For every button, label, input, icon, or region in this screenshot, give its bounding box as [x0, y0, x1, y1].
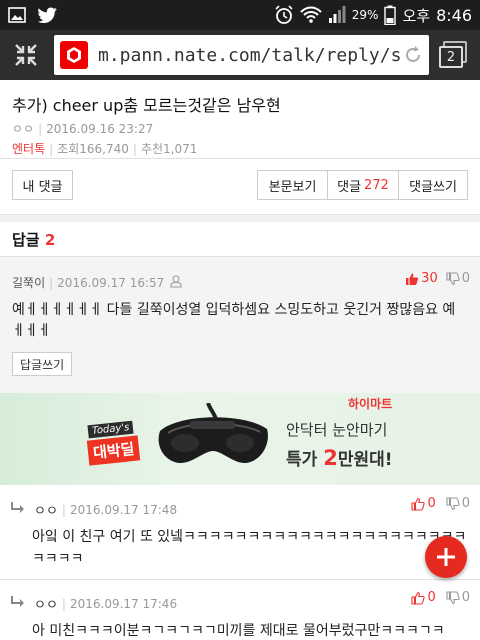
comment-date: 2016.09.17 16:57	[57, 275, 165, 290]
site-favicon	[60, 41, 88, 69]
comments-count: 272	[364, 177, 389, 193]
clock: 8:46	[436, 5, 472, 25]
ad-badge: Today's 대박딜	[86, 417, 141, 466]
url-bar[interactable]: m.pann.nate.com/talk/reply/subR	[54, 35, 429, 75]
article-author: ㅇㅇ	[12, 122, 35, 136]
parent-comment: 길쭉이 | 2016.09.17 16:57 30 0 예ㅔㅔㅔㅔㅔㅔ 다들 길쭉이…	[0, 256, 480, 393]
article-meta: ㅇㅇ | 2016.09.16 23:27	[12, 122, 154, 136]
sub-reply: ㅇㅇ | 2016.09.17 17:46 0 0 아 미친ㅋㅋㅋ이분ㅋㄱㅋㄱㅋㄱ미…	[0, 580, 480, 640]
reply-text: 아잌 이 친구 여기 또 있넼ㅋㅋㅋㅋㅋㅋㅋㅋㅋㅋㅋㅋㅋㅋㅋㅋㅋㅋㅋㅋㅋㅋㅋㅋㅋ…	[32, 529, 467, 567]
article-likes: 추천1,071	[140, 142, 198, 156]
reply-arrow-icon	[10, 595, 26, 612]
eye-massager-image	[158, 403, 268, 464]
ampm-label: 오후	[402, 6, 431, 25]
reply-text: 아 미친ㅋㅋㅋ이분ㅋㄱㅋㄱㅋㄱ미끼를 제대로 물어부렀구만ㅋㅋㅋㄱㅋ	[32, 623, 445, 639]
reply-date: 2016.09.17 17:46	[69, 596, 178, 611]
battery-percent: 29%	[351, 8, 379, 22]
comments-button[interactable]: 댓글 272	[327, 170, 399, 200]
downvote-button[interactable]: 0	[446, 590, 470, 605]
article-date: 2016.09.16 23:27	[46, 122, 154, 136]
thumbs-down-icon	[446, 590, 460, 604]
user-icon	[170, 274, 182, 291]
browser-toolbar: m.pann.nate.com/talk/reply/subR 2	[0, 30, 480, 80]
gallery-icon	[8, 7, 26, 23]
collapse-arrows-icon[interactable]	[8, 37, 44, 73]
downvote-count: 0	[461, 271, 470, 286]
tab-count: 2	[439, 46, 463, 68]
thumbs-up-icon	[411, 497, 426, 511]
sub-reply: ㅇㅇ | 2016.09.17 17:48 0 0 아잌 이 친구 여기 또 있넼ㅋ…	[0, 486, 480, 578]
comment-text: 예ㅔㅔㅔㅔㅔㅔ 다들 길쭉이성열 입덕하셈요 스밍도하고 웃긴거 짱많음요 예ㅔ…	[12, 302, 456, 339]
reply-author[interactable]: ㅇㅇ	[34, 500, 58, 519]
reply-arrow-icon	[10, 501, 26, 518]
thumbs-up-icon	[406, 273, 419, 285]
ad-price: 특가 2만원대!	[286, 446, 393, 470]
upvote-count: 30	[421, 271, 438, 286]
downvote-button[interactable]: 0	[446, 496, 470, 511]
downvote-count: 0	[461, 590, 470, 605]
tab-switcher-button[interactable]: 2	[439, 41, 469, 69]
section-divider	[0, 214, 480, 222]
reply-date: 2016.09.17 17:48	[69, 502, 178, 517]
article-category[interactable]: 엔터톡	[12, 142, 45, 156]
thumbs-down-icon	[446, 271, 460, 285]
upvote-count: 0	[427, 496, 436, 511]
twitter-icon	[38, 7, 58, 23]
ad-product: 안닥터 눈안마기	[286, 421, 388, 439]
comment-toolbar: 내 댓글 본문보기 댓글 272 댓글쓰기	[0, 170, 480, 200]
upvote-count: 0	[427, 590, 436, 605]
article-header: 추가) cheer up춤 모르는것같은 남우현 ㅇㅇ | 2016.09.16 2…	[0, 80, 480, 157]
view-post-button[interactable]: 본문보기	[257, 170, 328, 200]
status-bar: 29% 오후 8:46	[0, 0, 480, 30]
downvote-button[interactable]: 0	[446, 271, 470, 286]
replies-count: 2	[44, 231, 56, 249]
upvote-button[interactable]: 30	[405, 271, 438, 286]
divider	[0, 158, 480, 159]
signal-icon	[328, 6, 346, 24]
reload-icon[interactable]	[403, 45, 423, 65]
upvote-button[interactable]: 0	[411, 496, 436, 511]
downvote-count: 0	[461, 496, 470, 511]
article-stats: 엔터톡 | 조회166,740 | 추천1,071	[12, 142, 198, 156]
upvote-button[interactable]: 0	[411, 590, 436, 605]
comment-author[interactable]: 길쭉이	[12, 274, 45, 291]
battery-icon	[384, 5, 397, 25]
plus-icon	[437, 548, 455, 566]
wifi-icon	[300, 6, 322, 24]
article-title[interactable]: 추가) cheer up춤 모르는것같은 남우현	[0, 80, 480, 116]
thumbs-down-icon	[446, 496, 460, 510]
alarm-icon	[274, 5, 294, 25]
thumbs-up-icon	[411, 591, 426, 605]
article-views: 조회166,740	[57, 142, 129, 156]
reply-write-button[interactable]: 답글쓰기	[12, 352, 73, 376]
write-comment-button[interactable]: 댓글쓰기	[398, 170, 468, 200]
url-text: m.pann.nate.com/talk/reply/subR	[98, 44, 403, 66]
my-comments-button[interactable]: 내 댓글	[12, 170, 73, 200]
ad-brand: 하이마트	[348, 397, 393, 411]
replies-heading: 답글 2	[12, 231, 56, 249]
reply-author[interactable]: ㅇㅇ	[34, 594, 58, 613]
write-fab-button[interactable]	[425, 536, 467, 578]
ad-banner[interactable]: Today's 대박딜 하이마트 안닥터 눈안마기 특가 2만원대!	[0, 393, 480, 485]
